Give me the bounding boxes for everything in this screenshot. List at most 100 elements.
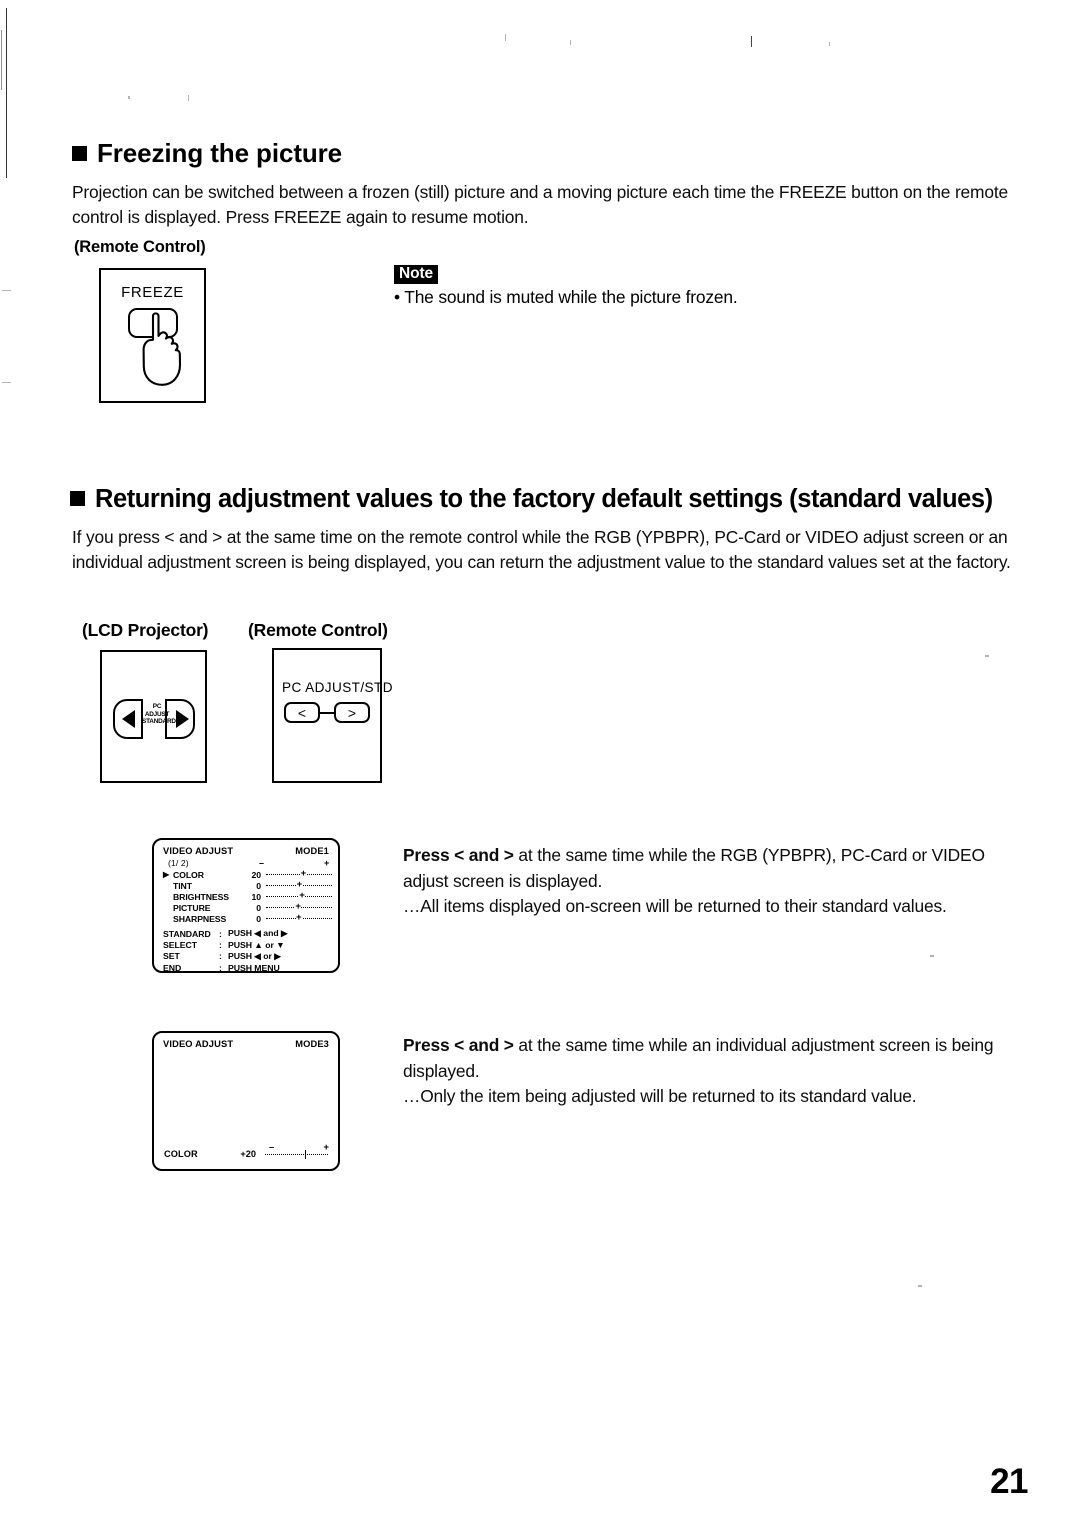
scan-speck	[2, 382, 11, 383]
osd1-help-colon: :	[219, 951, 222, 962]
osd2-slider-track	[265, 1154, 328, 1156]
osd1-mode: MODE1	[295, 846, 329, 856]
scan-edge-artifact	[6, 8, 7, 178]
osd1-scale-minus: –	[259, 858, 265, 868]
scan-speck	[985, 655, 989, 657]
scan-speck	[570, 40, 571, 45]
explain2-bold-lead: Press < and >	[403, 1035, 514, 1055]
osd1-item-value: 0	[256, 880, 261, 891]
osd1-help-value: PUSH ◀ and ▶	[228, 928, 288, 939]
osd1-help-row: END: PUSH MENU	[163, 962, 288, 973]
osd2-slider-plus: +	[323, 1141, 329, 1152]
osd1-item-value: 0	[256, 913, 261, 924]
explain1-result: …All items displayed on-screen will be r…	[403, 896, 947, 916]
osd1-help-key: STANDARD	[163, 928, 211, 939]
key-link-line	[320, 712, 334, 715]
osd1-help-value: PUSH ◀ or ▶	[228, 950, 281, 961]
scan-speck	[918, 1285, 922, 1287]
osd1-help-row: SET: PUSH ◀ or ▶	[163, 951, 288, 962]
projector-label-line1: PC ADJUST	[144, 703, 170, 718]
osd1-help-key: END	[163, 962, 182, 973]
osd1-help-key: SELECT	[163, 939, 197, 950]
osd2-color-slider: COLOR +20 – +	[164, 1141, 330, 1160]
explanation-block-2: Press < and > at the same time while an …	[403, 1033, 1023, 1110]
page-number: 21	[990, 1462, 1028, 1501]
remote-pc-adjust-diagram: PC ADJUST/STD < >	[272, 648, 393, 783]
osd1-item-cursor-icon: ▶	[163, 869, 170, 879]
osd1-scale-marker: +	[295, 912, 302, 924]
osd1-title: VIDEO ADJUST	[163, 846, 234, 856]
projector-button-center-label: PC ADJUST STANDARD	[142, 703, 176, 726]
explanation-block-1: Press < and > at the same time while the…	[403, 843, 1023, 920]
osd1-item-name: BRIGHTNESS	[173, 891, 229, 902]
section-heading-freezing: Freezing the picture	[72, 138, 342, 169]
osd1-item-name: PICTURE	[173, 902, 211, 913]
osd1-help-value: PUSH ▲ or ▼	[228, 939, 285, 950]
osd1-help-colon: :	[219, 939, 222, 950]
note-text: • The sound is muted while the picture f…	[394, 287, 738, 308]
osd1-help-colon: :	[219, 962, 222, 973]
projector-label-line2: STANDARD	[142, 718, 176, 726]
osd1-item-name: TINT	[173, 880, 192, 891]
osd1-help-row: STANDARD: PUSH ◀ and ▶	[163, 928, 288, 939]
osd1-scale-marker: +	[299, 890, 306, 902]
scan-tick	[751, 36, 752, 47]
osd-screen-video-adjust-mode1: VIDEO ADJUST MODE1 (1/ 2) – + ▶ COLOR 20 + T…	[152, 838, 340, 973]
scan-speck	[128, 96, 130, 99]
bullet-square-icon	[72, 146, 87, 161]
scan-edge-artifact-secondary	[1, 30, 2, 90]
note-badge: Note	[394, 265, 439, 285]
remote-right-key: >	[334, 702, 370, 723]
osd1-item-value: 0	[256, 902, 261, 913]
scan-speck	[188, 95, 189, 101]
osd1-scale-marker: +	[296, 879, 303, 891]
lcd-projector-diagram: PC ADJUST STANDARD	[100, 650, 207, 783]
osd2-mode: MODE3	[295, 1039, 329, 1049]
osd2-slider-label: COLOR	[164, 1149, 198, 1159]
osd1-item-scale: +	[266, 912, 332, 924]
osd1-item-row: SHARPNESS 0 +	[163, 912, 332, 924]
lcd-projector-caption: (LCD Projector)	[82, 620, 209, 640]
osd2-slider-cursor	[304, 1149, 307, 1159]
osd1-item-value: 20	[251, 869, 262, 880]
scan-speck	[505, 34, 506, 41]
osd1-scale-plus: +	[324, 858, 330, 868]
projector-left-arrow-button	[113, 699, 143, 739]
explain1-bold-lead: Press < and >	[403, 845, 514, 865]
osd2-slider-bar: – +	[263, 1141, 330, 1160]
osd1-help-list: STANDARD: PUSH ◀ and ▶ SELECT: PUSH ▲ or ▼ S…	[163, 928, 288, 973]
osd1-help-colon: :	[219, 928, 222, 939]
remote-control-caption-2: (Remote Control)	[248, 620, 388, 640]
osd1-item-row: TINT 0 +	[163, 879, 332, 891]
pc-adjust-std-label: PC ADJUST/STD	[282, 680, 393, 695]
left-arrow-icon	[122, 710, 135, 728]
osd1-scale-track	[266, 873, 332, 875]
section2-heading-text: Returning adjustment values to the facto…	[95, 485, 993, 513]
osd1-item-list: ▶ COLOR 20 + TINT 0 + BRIGHTNESS 10 + PICTURE 0 + SHA…	[163, 868, 332, 924]
osd1-item-name: COLOR	[173, 869, 204, 880]
remote-left-key: <	[284, 702, 320, 723]
osd2-title: VIDEO ADJUST	[163, 1039, 234, 1049]
osd-screen-video-adjust-mode3: VIDEO ADJUST MODE3 COLOR +20 – +	[152, 1031, 340, 1171]
section2-paragraph: If you press < and > at the same time on…	[72, 527, 1011, 572]
osd1-help-row: SELECT: PUSH ▲ or ▼	[163, 939, 288, 950]
explain2-result: …Only the item being adjusted will be re…	[403, 1086, 917, 1106]
freeze-remote-diagram: FREEZE	[99, 268, 206, 403]
osd1-help-value: PUSH MENU	[228, 962, 280, 973]
pressing-hand-icon	[142, 312, 182, 386]
osd1-scale-marker: +	[300, 868, 307, 880]
osd1-item-value: 10	[251, 891, 262, 902]
section1-heading-text: Freezing the picture	[97, 138, 343, 168]
osd2-title-row: VIDEO ADJUST MODE3	[163, 1039, 329, 1049]
scan-speck	[2, 290, 11, 291]
bullet-square-icon	[70, 491, 85, 506]
remote-control-caption-1: (Remote Control)	[74, 238, 206, 256]
osd1-item-name: SHARPNESS	[173, 913, 227, 924]
osd2-slider-value: +20	[240, 1149, 256, 1159]
note-block: Note • The sound is muted while the pict…	[394, 265, 738, 308]
right-arrow-icon	[176, 710, 189, 728]
section-heading-returning-values: Returning adjustment values to the facto…	[70, 485, 993, 514]
osd1-title-row: VIDEO ADJUST MODE1	[163, 846, 329, 856]
osd2-slider-minus: –	[269, 1141, 275, 1152]
scan-speck	[829, 42, 830, 46]
